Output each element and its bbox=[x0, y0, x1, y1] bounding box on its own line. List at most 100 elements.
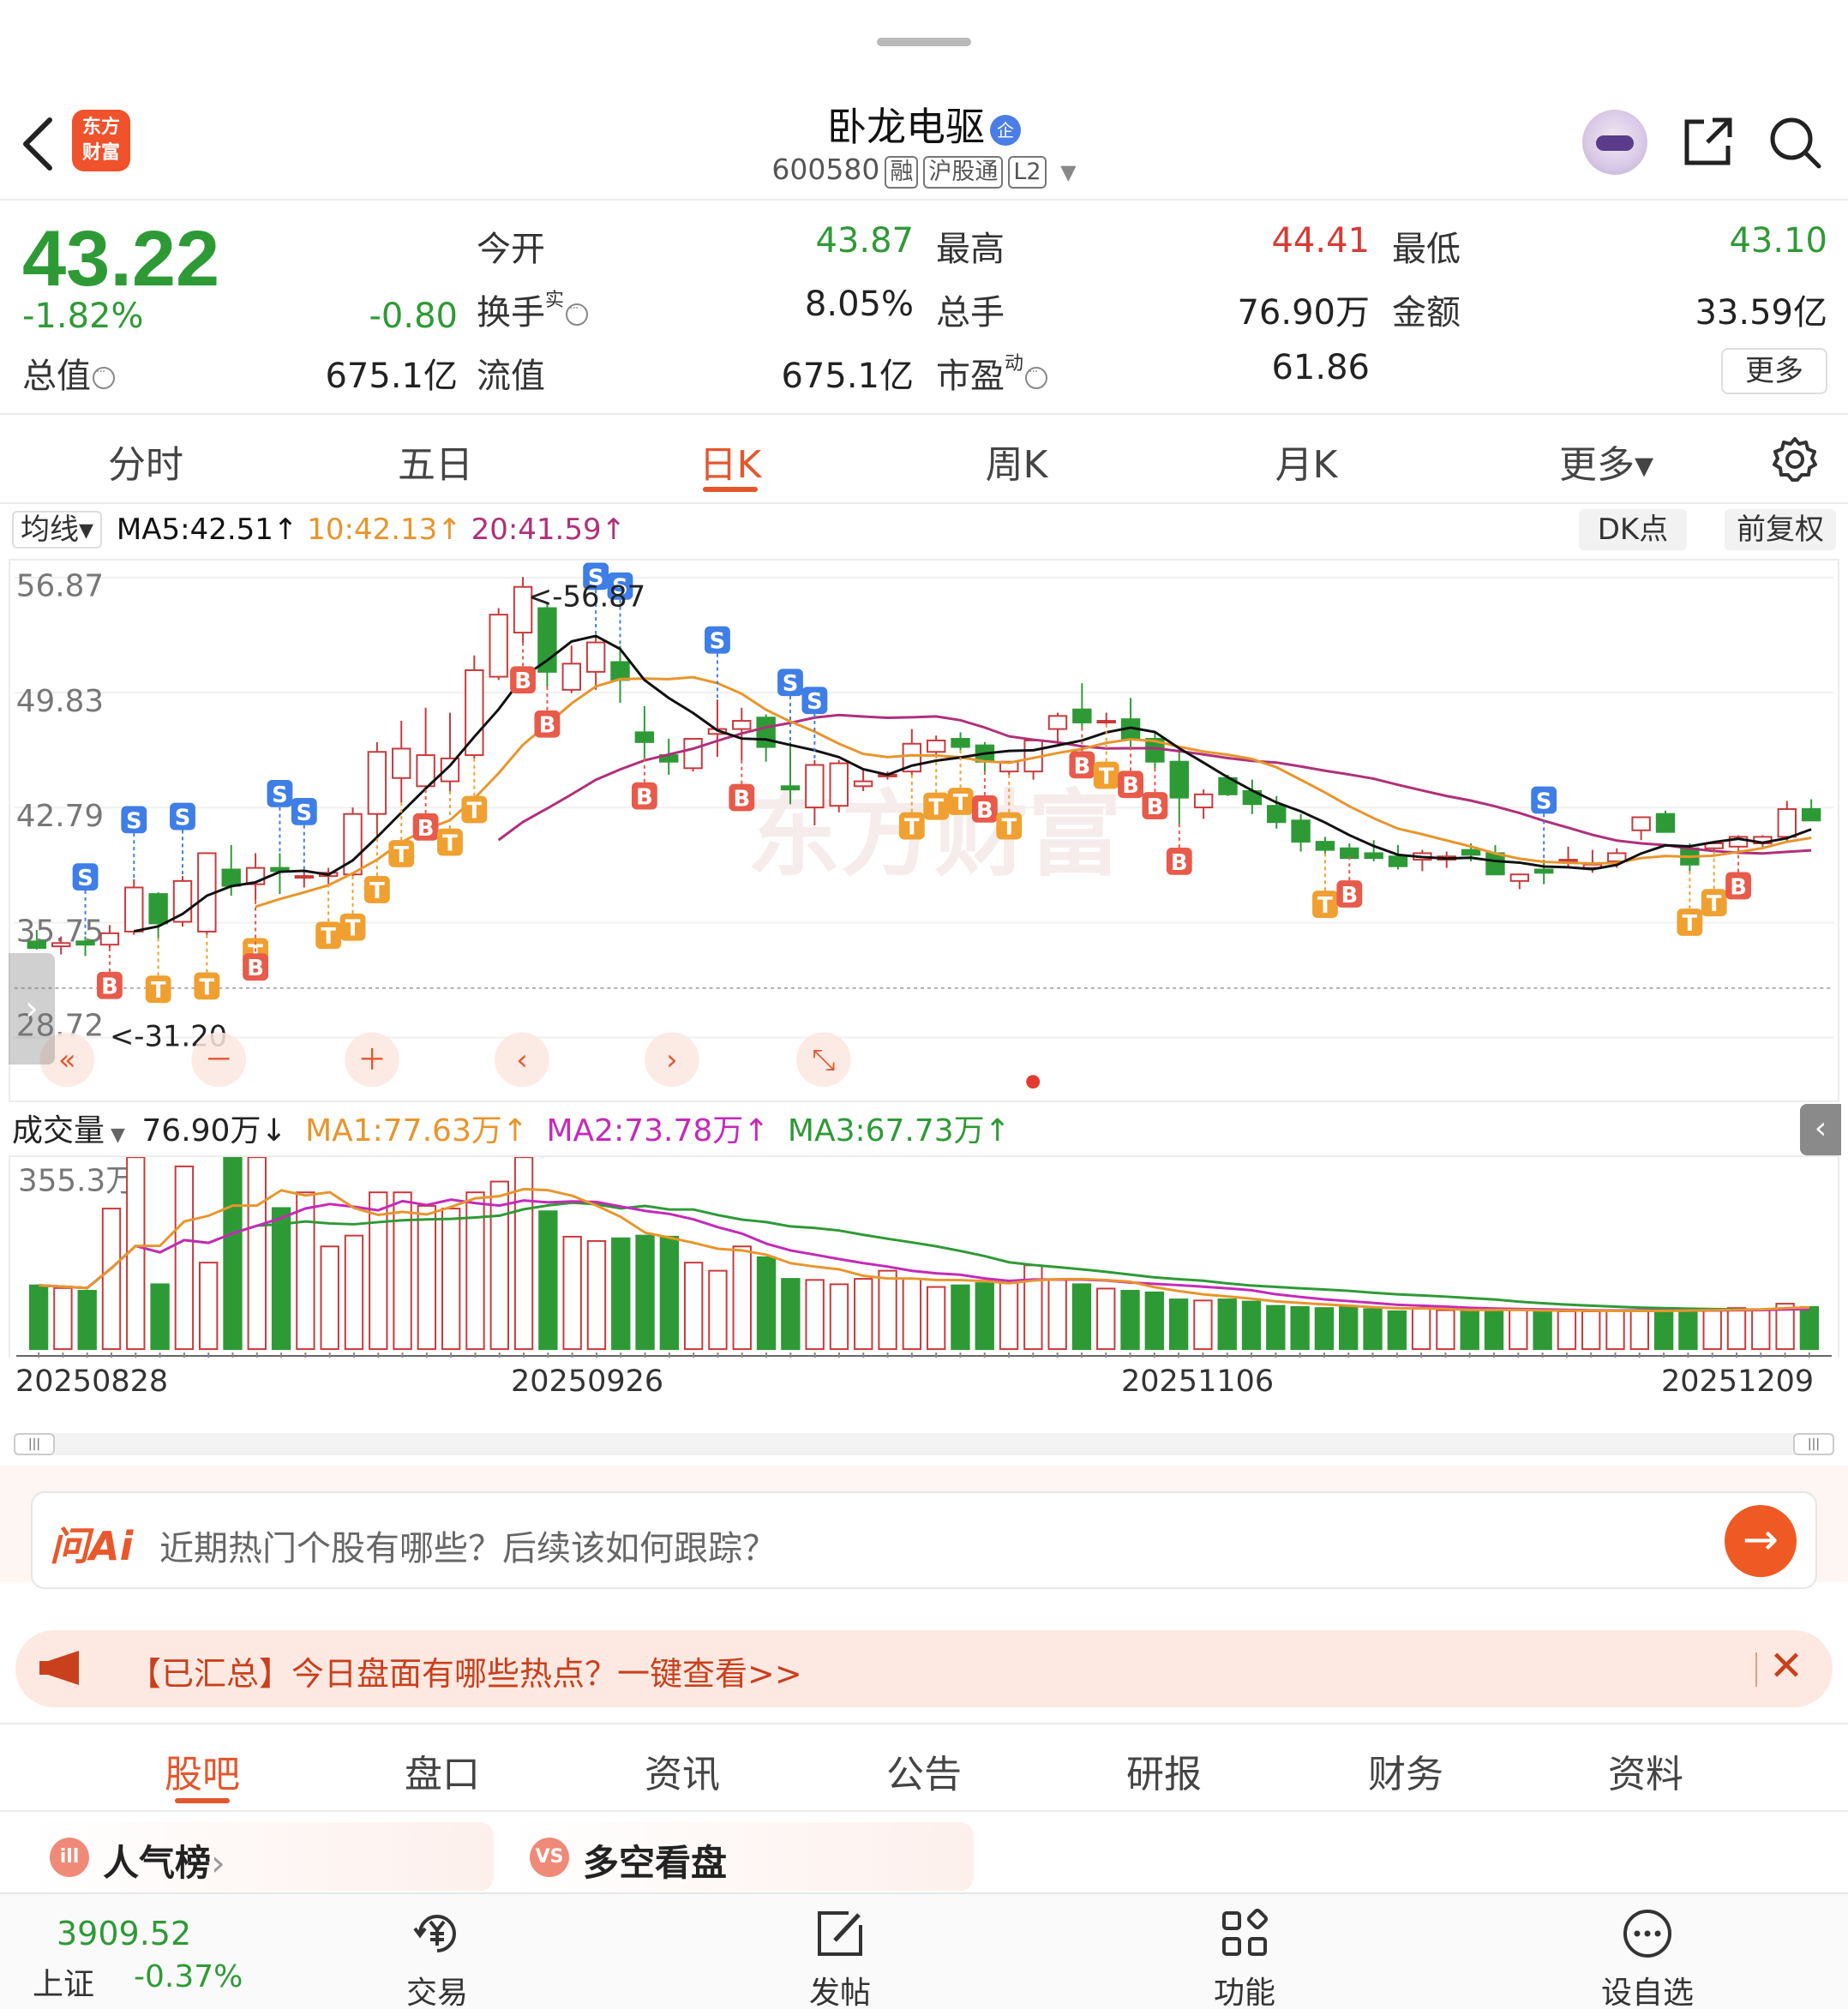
gear-icon[interactable] bbox=[1771, 435, 1819, 483]
tab-announcements[interactable]: 公告 bbox=[847, 1743, 1001, 1798]
index-name[interactable]: 上证 bbox=[33, 1959, 94, 2004]
dk-point-button[interactable]: DK点 bbox=[1579, 509, 1687, 550]
divider bbox=[0, 502, 1848, 504]
post-button[interactable]: 发帖 bbox=[771, 1908, 909, 2009]
candle-body bbox=[683, 738, 703, 770]
volume-bar bbox=[829, 1283, 849, 1351]
chart-control-glyph: › bbox=[666, 1043, 678, 1076]
signal-label: T bbox=[1001, 815, 1017, 841]
volume-bar bbox=[732, 1245, 752, 1351]
candle-body bbox=[1533, 868, 1554, 874]
volume-bar bbox=[611, 1237, 631, 1351]
date-label-3: 20251106 bbox=[1121, 1364, 1275, 1399]
volume-bar bbox=[999, 1280, 1019, 1351]
grid-icon bbox=[1222, 1908, 1269, 1956]
candle-body bbox=[1169, 760, 1189, 799]
tab-profile[interactable]: 资料 bbox=[1569, 1743, 1723, 1798]
tab-finance[interactable]: 财务 bbox=[1329, 1743, 1483, 1798]
info-icon[interactable] bbox=[566, 302, 589, 326]
date-label-start: 20250828 bbox=[15, 1364, 169, 1399]
change-amount: -0.80 bbox=[369, 297, 459, 336]
volume-bar bbox=[223, 1157, 243, 1351]
tab-more[interactable]: 更多▾ bbox=[1521, 434, 1692, 489]
dropdown-caret-icon[interactable]: ▼ bbox=[1060, 160, 1076, 184]
signal-label: S bbox=[710, 629, 726, 655]
notice-text[interactable]: 【已汇总】今日盘面有哪些热点？一键查看>> bbox=[129, 1647, 802, 1694]
tab-forum[interactable]: 股吧 bbox=[125, 1743, 279, 1798]
volume-bar bbox=[174, 1165, 195, 1351]
tab-weekly-k[interactable]: 周K bbox=[931, 434, 1102, 489]
long-short-card[interactable]: VS 多空看盘 bbox=[511, 1822, 974, 1891]
date-label-end: 20251209 bbox=[1661, 1364, 1815, 1399]
info-icon[interactable] bbox=[1025, 365, 1048, 389]
volume-bar bbox=[1533, 1310, 1552, 1351]
volume-selector[interactable]: 成交量 ▼ bbox=[12, 1113, 125, 1148]
signal-label: T bbox=[369, 879, 385, 904]
tab-daily-k[interactable]: 日K bbox=[645, 434, 816, 489]
volume-bar bbox=[878, 1269, 897, 1351]
expand-left-handle[interactable]: › bbox=[9, 953, 55, 1064]
candle-body bbox=[124, 886, 144, 933]
ai-prompt[interactable]: 近期热门个股有哪些？后续该如何跟踪？ bbox=[159, 1520, 777, 1570]
candle-body bbox=[805, 764, 825, 809]
volume-bar bbox=[1363, 1308, 1383, 1351]
volume-bar bbox=[1266, 1304, 1286, 1351]
candle-body bbox=[1631, 816, 1651, 831]
signal-label: S bbox=[1536, 789, 1552, 814]
active-tab-indicator bbox=[703, 487, 758, 492]
stock-code-row[interactable]: 600580 融沪股通 L2 ▼ bbox=[0, 153, 1848, 189]
tab-news[interactable]: 资讯 bbox=[605, 1743, 759, 1798]
search-icon[interactable] bbox=[1767, 115, 1822, 170]
vs-icon: VS bbox=[530, 1838, 569, 1877]
close-icon[interactable]: ✕ bbox=[1766, 1642, 1807, 1690]
change-percent: -1.82% bbox=[22, 297, 144, 336]
bottom-toolbar bbox=[0, 1892, 1848, 2009]
signal-label: S bbox=[783, 671, 799, 697]
index-value[interactable]: 3909.52 bbox=[57, 1915, 191, 1952]
mktcap-label: 总值 bbox=[22, 348, 115, 398]
volume-bar bbox=[320, 1245, 339, 1351]
scroll-handle-right[interactable]: ||| bbox=[1793, 1433, 1834, 1455]
candlestick-chart[interactable]: 56.8749.8342.7935.7528.72东方财富SBSTSTTBSST… bbox=[9, 559, 1839, 1102]
popularity-card[interactable]: ill 人气榜› bbox=[31, 1822, 494, 1891]
trade-button[interactable]: 交易 bbox=[369, 1908, 506, 2009]
features-label: 功能 bbox=[1213, 1976, 1275, 2009]
chart-scrollbar[interactable]: ||| ||| bbox=[14, 1433, 1834, 1455]
sheet-grabber[interactable] bbox=[877, 38, 971, 46]
more-quote-button[interactable]: 更多 bbox=[1721, 348, 1827, 394]
tab-research[interactable]: 研报 bbox=[1087, 1743, 1241, 1798]
share-icon[interactable] bbox=[1682, 115, 1735, 168]
signal-label: B bbox=[417, 816, 435, 842]
signal-label: T bbox=[345, 916, 361, 942]
candle-body bbox=[610, 661, 630, 681]
tab-monthly-k[interactable]: 月K bbox=[1221, 434, 1392, 489]
tab-orderbook[interactable]: 盘口 bbox=[365, 1743, 519, 1798]
date-label-2: 20250926 bbox=[511, 1364, 664, 1399]
notice-separator bbox=[1755, 1652, 1757, 1687]
pe-label: 市盈动 bbox=[936, 348, 1048, 398]
scroll-handle-left[interactable]: ||| bbox=[14, 1433, 55, 1455]
volume-bar bbox=[1678, 1309, 1698, 1351]
volume-bar bbox=[805, 1279, 825, 1351]
signal-label: B bbox=[733, 786, 750, 812]
adjust-button[interactable]: 前复权 bbox=[1725, 509, 1836, 550]
volume-bar bbox=[1193, 1299, 1213, 1351]
candle-body bbox=[1047, 715, 1068, 730]
signal-label: T bbox=[442, 831, 458, 857]
signal-label: B bbox=[1341, 883, 1358, 909]
ma-selector[interactable]: 均线▾ bbox=[12, 511, 103, 549]
tab-intraday[interactable]: 分时 bbox=[60, 434, 231, 489]
tab-five-day[interactable]: 五日 bbox=[350, 434, 521, 489]
candle-body bbox=[294, 875, 315, 879]
signal-label: T bbox=[953, 790, 969, 816]
add-watchlist-button[interactable]: 设自选 bbox=[1579, 1908, 1716, 2009]
ai-submit-arrow-icon[interactable]: → bbox=[1725, 1505, 1797, 1577]
assistant-robot-icon[interactable] bbox=[1582, 110, 1647, 175]
collapse-panel-handle[interactable]: ‹ bbox=[1800, 1104, 1841, 1155]
features-button[interactable]: 功能 bbox=[1176, 1908, 1313, 2009]
info-icon[interactable] bbox=[93, 365, 115, 389]
index-change[interactable]: -0.37% bbox=[134, 1959, 243, 1994]
signal-label: T bbox=[151, 978, 166, 1004]
volume-chart[interactable]: 355.3万 bbox=[9, 1155, 1839, 1358]
signal-label: S bbox=[297, 801, 313, 826]
